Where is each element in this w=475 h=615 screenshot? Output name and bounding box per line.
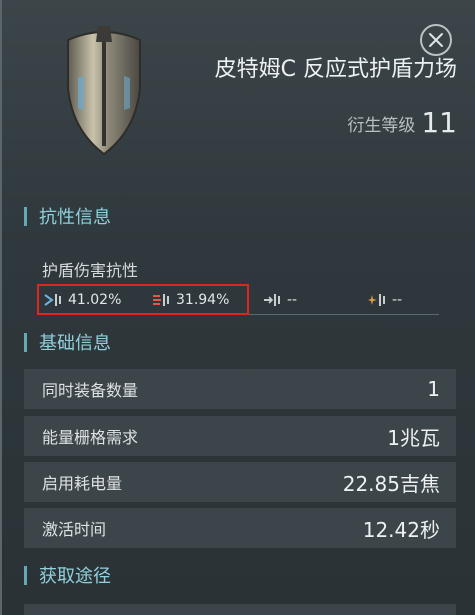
section-accent-bar <box>24 565 27 585</box>
derivation-level-value: 11 <box>421 106 457 139</box>
info-row-activation-time: 激活时间 12.42秒 <box>24 508 456 548</box>
info-label: 能量栅格需求 <box>42 428 139 447</box>
explosive-damage-icon <box>368 294 385 306</box>
source-row-partial[interactable] <box>24 604 456 615</box>
derivation-level: 衍生等级 11 <box>347 109 457 137</box>
item-info-panel: 皮特姆C 反应式护盾力场 衍生等级 11 抗性信息 护盾伤害抗性 41.02% <box>0 0 475 615</box>
section-source-header: 获取途径 <box>24 563 111 587</box>
close-icon <box>429 33 443 47</box>
section-resistance-header: 抗性信息 <box>24 204 111 228</box>
info-row-equip-count: 同时装备数量 1 <box>24 369 456 409</box>
section-accent-bar <box>24 332 27 352</box>
resistance-value-kinetic: -- <box>287 292 298 308</box>
info-label: 同时装备数量 <box>42 381 139 400</box>
info-row-powergrid: 能量栅格需求 1兆瓦 <box>24 416 456 456</box>
info-row-activation-cost: 启用耗电量 22.85吉焦 <box>24 462 456 502</box>
section-source-title: 获取途径 <box>39 566 111 587</box>
highlight-annotation-box <box>37 284 249 315</box>
section-basic-title: 基础信息 <box>39 333 111 354</box>
shield-resistance-label: 护盾伤害抗性 <box>42 261 139 280</box>
resistance-item-explosive: -- <box>368 289 402 311</box>
item-title: 皮特姆C 反应式护盾力场 <box>214 57 457 82</box>
info-label: 启用耗电量 <box>42 474 123 493</box>
info-value: 1 <box>427 377 440 401</box>
close-button[interactable] <box>420 24 452 56</box>
info-value: 1兆瓦 <box>387 425 440 450</box>
section-resistance-title: 抗性信息 <box>39 207 111 228</box>
info-value: 22.85吉焦 <box>342 471 440 496</box>
shield-item-image <box>67 26 141 156</box>
section-accent-bar <box>24 206 27 226</box>
info-label: 激活时间 <box>42 520 107 539</box>
section-basic-header: 基础信息 <box>24 330 111 354</box>
kinetic-damage-icon <box>264 294 280 306</box>
resistance-value-explosive: -- <box>392 292 403 308</box>
info-value: 12.42秒 <box>362 517 440 542</box>
derivation-level-label: 衍生等级 <box>347 116 416 136</box>
resistance-item-kinetic: -- <box>263 289 297 311</box>
